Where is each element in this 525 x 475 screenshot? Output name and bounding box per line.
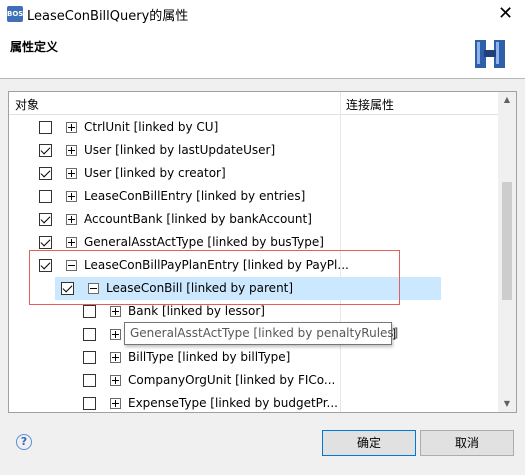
row-label: BillType [linked by billType] (128, 350, 291, 364)
tree-row[interactable]: User [linked by lastUpdateUser] (9, 139, 340, 162)
tree-column-header: 对象 连接属性 (9, 92, 499, 115)
row-checkbox[interactable] (39, 144, 52, 157)
tree-row[interactable]: AccountBank [linked by bankAccount] (9, 208, 340, 231)
ok-button[interactable]: 确定 (322, 430, 416, 456)
row-checkbox[interactable] (39, 190, 52, 203)
row-label: User [linked by creator] (84, 166, 226, 180)
scroll-down-icon[interactable]: ▼ (498, 396, 516, 412)
binoculars-icon (475, 40, 505, 68)
tree-row[interactable]: CompanyOrgUnit [linked by FICo... (9, 369, 340, 392)
app-icon: BOS (7, 6, 23, 22)
highlight-annotation (29, 250, 400, 305)
row-label: GeneralAsstActType [linked by busType] (84, 235, 324, 249)
expand-icon[interactable] (66, 214, 77, 225)
expand-icon[interactable] (110, 375, 121, 386)
row-label: User [linked by lastUpdateUser] (84, 143, 276, 157)
row-checkbox[interactable] (39, 167, 52, 180)
cancel-button[interactable]: 取消 (420, 430, 514, 456)
row-checkbox[interactable] (83, 397, 96, 410)
row-checkbox[interactable] (39, 213, 52, 226)
expand-icon[interactable] (110, 398, 121, 409)
tree-row[interactable]: BillType [linked by billType] (9, 346, 340, 369)
window-title: LeaseConBillQuery的属性 (27, 9, 189, 24)
column-object[interactable]: 对象 (15, 96, 39, 113)
expand-icon[interactable] (110, 306, 121, 317)
tree-row[interactable]: LeaseConBillEntry [linked by entries] (9, 185, 340, 208)
tree-row[interactable]: User [linked by creator] (9, 162, 340, 185)
row-label: LeaseConBillEntry [linked by entries] (84, 189, 306, 203)
tooltip: GeneralAsstActType [linked by penaltyRul… (124, 322, 398, 345)
row-label: AccountBank [linked by bankAccount] (84, 212, 312, 226)
tree-row[interactable]: CtrlUnit [linked by CU] (9, 116, 340, 139)
row-label: Bank [linked by lessor] (128, 304, 265, 318)
row-checkbox[interactable] (83, 351, 96, 364)
expand-icon[interactable] (66, 237, 77, 248)
help-icon[interactable]: ? (16, 434, 32, 450)
scroll-up-icon[interactable]: ▲ (498, 92, 516, 108)
expand-icon[interactable] (66, 168, 77, 179)
expand-icon[interactable] (66, 191, 77, 202)
row-label: ExpenseType [linked by budgetPr... (128, 396, 338, 410)
title-bar: BOS LeaseConBillQuery的属性 ✕ (0, 0, 525, 28)
expand-icon[interactable] (66, 145, 77, 156)
row-label: CompanyOrgUnit [linked by FICo... (128, 373, 336, 387)
column-link-attribute[interactable]: 连接属性 (346, 96, 394, 113)
expand-icon[interactable] (110, 329, 121, 340)
row-label: CtrlUnit [linked by CU] (84, 120, 219, 134)
close-icon[interactable]: ✕ (486, 0, 525, 28)
expand-icon[interactable] (66, 122, 77, 133)
dialog-header: 属性定义 (0, 28, 525, 76)
tooltip-text: GeneralAsstActType [linked by penaltyRul… (130, 326, 399, 340)
scroll-thumb[interactable] (502, 182, 512, 300)
row-checkbox[interactable] (39, 121, 52, 134)
row-checkbox[interactable] (83, 374, 96, 387)
row-checkbox[interactable] (39, 236, 52, 249)
tree-row[interactable]: ExpenseType [linked by budgetPr... (9, 392, 340, 412)
row-checkbox[interactable] (83, 328, 96, 341)
vertical-scrollbar[interactable]: ▲ ▼ (498, 92, 516, 412)
expand-icon[interactable] (110, 352, 121, 363)
header-title: 属性定义 (10, 40, 59, 54)
row-checkbox[interactable] (83, 305, 96, 318)
